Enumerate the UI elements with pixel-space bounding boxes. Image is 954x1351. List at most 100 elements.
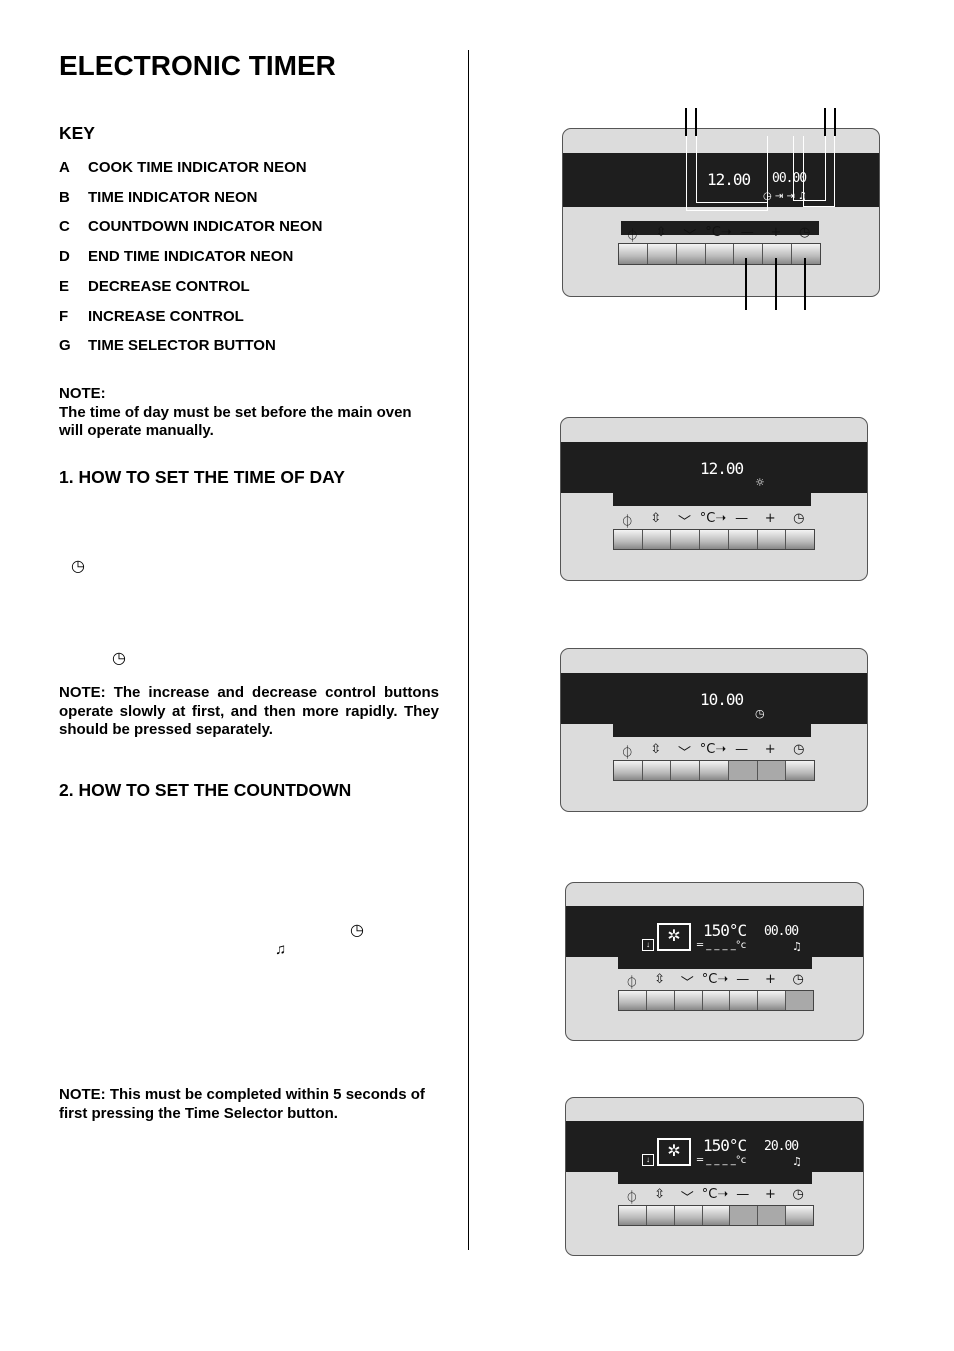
fast-heat-button[interactable] <box>700 530 729 549</box>
power-button[interactable] <box>614 530 643 549</box>
minus-button[interactable] <box>730 991 759 1010</box>
leader-line <box>824 108 826 136</box>
key-label: COOK TIME INDICATOR NEON <box>88 159 307 176</box>
display-band <box>613 493 811 506</box>
chevron-down-button[interactable] <box>674 991 703 1010</box>
timer-icon: ◷ <box>793 511 805 526</box>
fast-heat-button[interactable] <box>700 761 729 780</box>
bell-icon: ♫ <box>275 941 287 958</box>
fast-heat-icon: °C➝ <box>701 1187 729 1202</box>
timer-icon: ◷ <box>799 225 811 240</box>
plus-button[interactable] <box>757 761 787 780</box>
chevron-down-icon: ﹀ <box>677 515 691 530</box>
key-item: B TIME INDICATOR NEON <box>59 189 257 206</box>
key-heading: KEY <box>59 123 95 143</box>
down-arrow-icon: ↓ <box>642 939 654 951</box>
minus-button[interactable] <box>728 530 758 549</box>
temperature-display: 150°C <box>703 1136 747 1155</box>
fast-heat-icon: °C➝ <box>705 225 732 240</box>
power-icon: ⏀ <box>620 746 634 761</box>
function-selector-icon: ⇳ <box>650 742 662 757</box>
bell-icon: ♫ <box>792 940 802 953</box>
chevron-down-button[interactable] <box>671 530 701 549</box>
leader-line <box>685 108 687 136</box>
clock-icon: ◷ <box>112 650 126 667</box>
minus-icon: — <box>736 1187 750 1202</box>
function-selector-icon: ⇳ <box>655 225 667 240</box>
key-letter: A <box>59 159 70 176</box>
timer-display: 00.00 <box>764 924 799 939</box>
plus-button[interactable] <box>758 1206 787 1225</box>
leader-line <box>803 136 835 207</box>
chevron-down-button[interactable] <box>671 761 701 780</box>
key-label: INCREASE CONTROL <box>88 307 244 325</box>
chevron-down-button[interactable] <box>676 244 706 264</box>
leader-line <box>775 258 777 310</box>
note-time-of-day: NOTE: The time of day must be set before… <box>59 385 439 441</box>
timer-icon: ◷ <box>793 742 805 757</box>
down-arrow-icon: ↓ <box>642 1154 654 1166</box>
oven-control-panel: 10.00 ◷ ⏀ ⇳ ﹀ °C➝ — + ◷ <box>560 648 868 812</box>
leader-line <box>745 258 747 310</box>
plus-button[interactable] <box>763 244 793 264</box>
clock-icon: ◷ <box>71 558 85 575</box>
function-selector-button[interactable] <box>646 1206 675 1225</box>
oven-control-panel: ✲ ↓ 150°C ═ _ _ _ _°c 20.00 ♫ ⏀ ⇳ ﹀ °C➝ — + ◷ <box>565 1097 864 1256</box>
temperature-bar: ═ _ _ _ _°c <box>697 1155 747 1166</box>
power-button[interactable] <box>619 244 648 264</box>
key-letter: C <box>59 218 70 236</box>
power-button[interactable] <box>619 1206 647 1225</box>
plus-icon: + <box>770 225 782 240</box>
power-icon: ⏀ <box>625 1191 639 1206</box>
leader-line <box>695 108 697 136</box>
bell-icon: ♫ <box>792 1155 802 1168</box>
temperature-display: 150°C <box>703 921 747 940</box>
fast-heat-button[interactable] <box>705 244 735 264</box>
note-countdown: NOTE: This must be completed within 5 se… <box>59 1086 425 1122</box>
power-button[interactable] <box>619 991 647 1010</box>
section-2-heading: 2. HOW TO SET THE COUNTDOWN <box>59 780 352 800</box>
timer-button[interactable] <box>786 991 814 1010</box>
oven-control-panel: ✲ ↓ 150°C ═ _ _ _ _°c 00.00 ♫ ⏀ ⇳ ﹀ °C➝ — + ◷ <box>565 882 864 1041</box>
plus-button[interactable] <box>758 991 787 1010</box>
timer-button[interactable] <box>786 1206 814 1225</box>
plus-button[interactable] <box>757 530 787 549</box>
timer-button[interactable] <box>792 244 821 264</box>
note-label: NOTE: <box>59 385 106 402</box>
note-text: The time of day must be set before the m… <box>59 403 412 440</box>
leader-line <box>804 258 806 310</box>
minus-icon: — <box>740 225 754 240</box>
power-icon: ⏀ <box>620 515 634 530</box>
chevron-down-icon: ﹀ <box>680 976 694 991</box>
minus-button[interactable] <box>728 761 758 780</box>
minus-button[interactable] <box>734 244 764 264</box>
timer-button[interactable] <box>786 530 815 549</box>
display-band <box>613 724 811 737</box>
chevron-down-icon: ﹀ <box>677 746 691 761</box>
key-label: TIME INDICATOR NEON <box>88 188 258 206</box>
chevron-down-button[interactable] <box>674 1206 703 1225</box>
clock-display: 10.00 <box>700 690 744 709</box>
timer-button[interactable] <box>786 761 815 780</box>
display-band <box>618 1172 812 1184</box>
power-button[interactable] <box>614 761 643 780</box>
key-letter: B <box>59 188 70 206</box>
temperature-bar: ═ _ _ _ _°c <box>697 940 747 951</box>
fast-heat-icon: °C➝ <box>701 972 729 987</box>
key-letter: E <box>59 277 70 295</box>
function-selector-button[interactable] <box>647 244 677 264</box>
plus-icon: + <box>764 511 776 526</box>
clock-icon: ◷ <box>350 922 364 939</box>
key-label: TIME SELECTOR BUTTON <box>88 337 276 355</box>
minus-button[interactable] <box>730 1206 759 1225</box>
leader-line <box>696 136 768 203</box>
fast-heat-button[interactable] <box>702 1206 731 1225</box>
display-band <box>618 957 812 969</box>
key-item: D END TIME INDICATOR NEON <box>59 248 293 265</box>
function-selector-button[interactable] <box>646 991 675 1010</box>
function-selector-button[interactable] <box>642 530 672 549</box>
minus-icon: — <box>736 972 750 987</box>
plus-icon: + <box>765 972 776 987</box>
fast-heat-button[interactable] <box>702 991 731 1010</box>
function-selector-button[interactable] <box>642 761 672 780</box>
